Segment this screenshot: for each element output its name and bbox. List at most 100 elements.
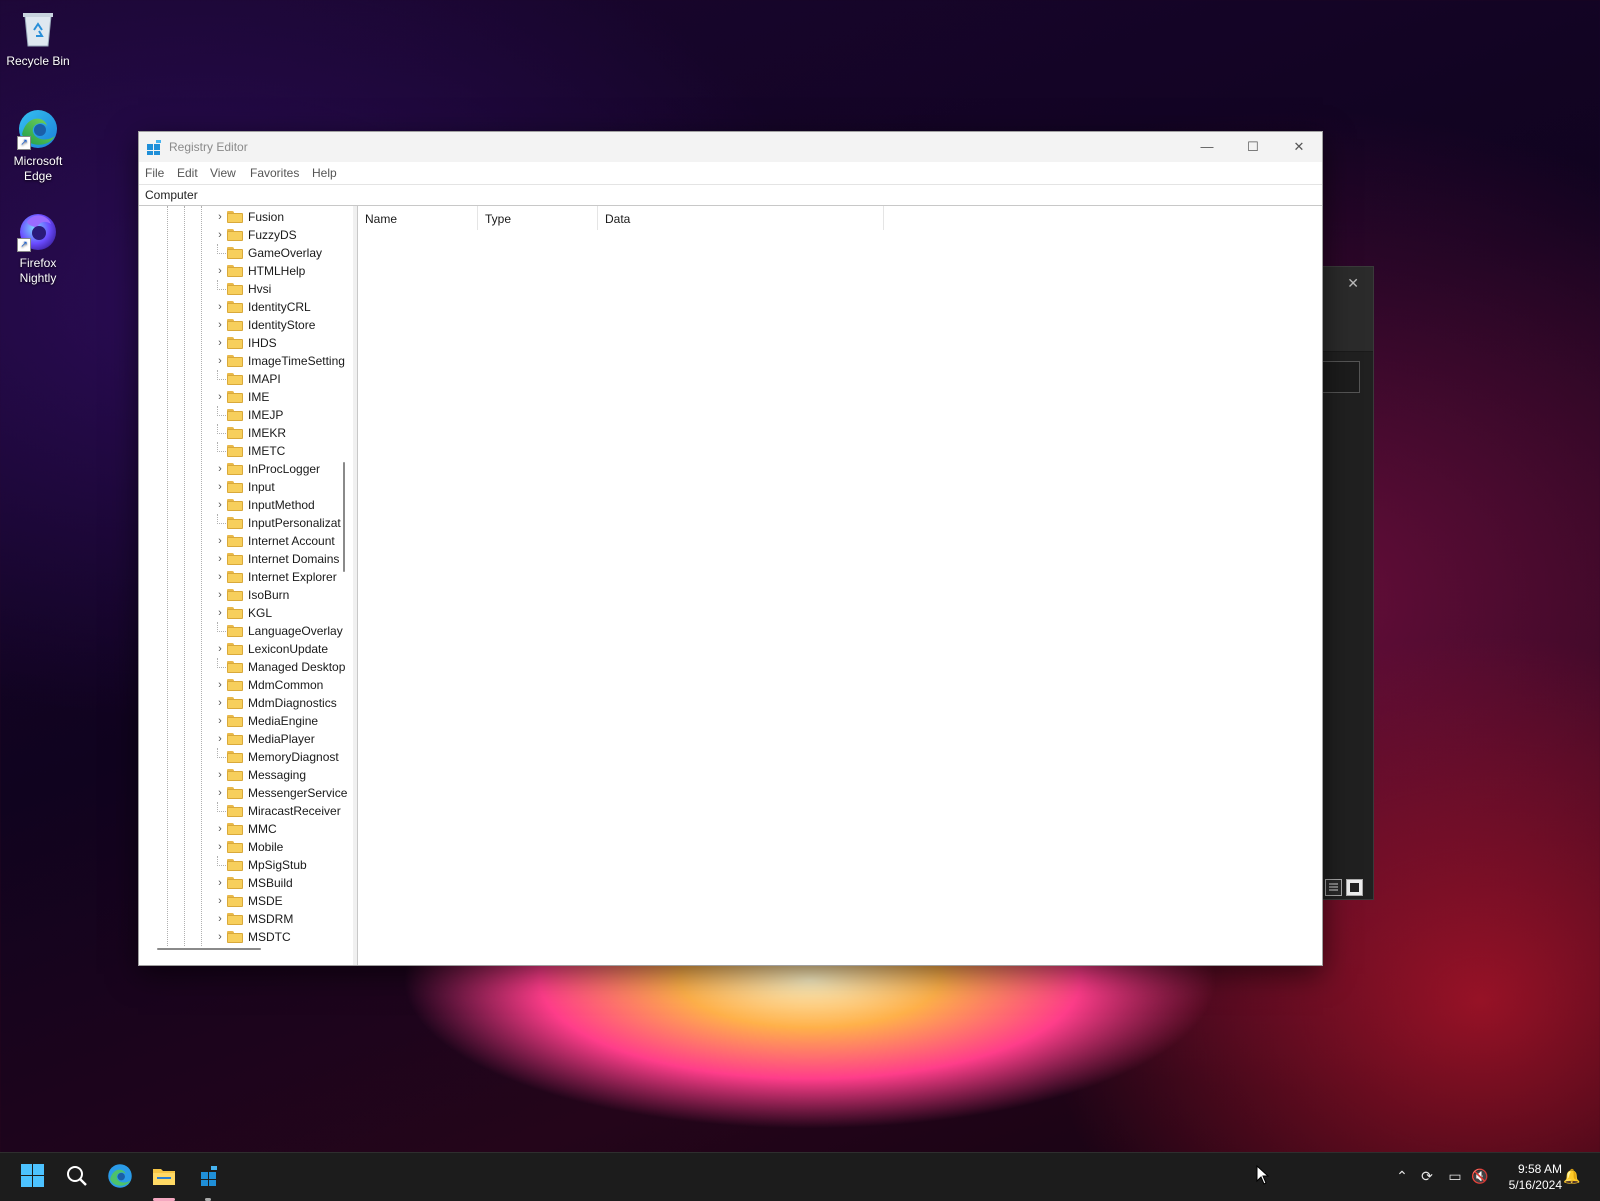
expand-chevron-icon[interactable]: › <box>215 769 225 781</box>
tree-node[interactable]: › MediaPlayer <box>215 730 353 748</box>
menu-edit[interactable]: Edit <box>177 166 198 180</box>
tree-node[interactable]: IMETC <box>215 442 353 460</box>
values-list[interactable]: Name Type Data <box>358 206 1321 965</box>
tree-node[interactable]: › HTMLHelp <box>215 262 353 280</box>
tree-vertical-scrollbar[interactable] <box>343 462 345 572</box>
expand-chevron-icon[interactable]: › <box>215 463 225 475</box>
expand-chevron-icon[interactable]: › <box>215 319 225 331</box>
tree-node[interactable]: LanguageOverlay <box>215 622 353 640</box>
expand-chevron-icon[interactable]: › <box>215 697 225 709</box>
tree-node[interactable]: IMEJP <box>215 406 353 424</box>
title-bar[interactable]: Registry Editor — ☐ ✕ <box>139 132 1322 162</box>
tree-node[interactable]: › MSDE <box>215 892 353 910</box>
expand-chevron-icon[interactable]: › <box>215 535 225 547</box>
sync-icon[interactable]: ⟳ <box>1418 1167 1436 1185</box>
tree-node[interactable]: › IsoBurn <box>215 586 353 604</box>
expand-chevron-icon[interactable]: › <box>215 553 225 565</box>
expand-chevron-icon[interactable]: › <box>215 895 225 907</box>
minimize-button[interactable]: — <box>1184 132 1230 162</box>
tree-node[interactable]: › Mobile <box>215 838 353 856</box>
tree-node[interactable]: › MMC <box>215 820 353 838</box>
details-view-icon[interactable] <box>1325 879 1342 896</box>
desktop-icon-microsoft-edge[interactable]: ↗ Microsoft Edge <box>0 108 76 184</box>
tree-node[interactable]: › IHDS <box>215 334 353 352</box>
expand-chevron-icon[interactable]: › <box>215 841 225 853</box>
tree-node[interactable]: › IdentityStore <box>215 316 353 334</box>
registry-tree[interactable]: › Fusion › FuzzyDS GameOverlay › HTMLHelp Hvsi ›… <box>139 206 354 965</box>
column-header-type[interactable]: Type <box>478 206 598 230</box>
expand-chevron-icon[interactable]: › <box>215 265 225 277</box>
tree-node[interactable]: › InProcLogger <box>215 460 353 478</box>
tree-node[interactable]: IMEKR <box>215 424 353 442</box>
tree-node[interactable]: › MdmDiagnostics <box>215 694 353 712</box>
expand-chevron-icon[interactable]: › <box>215 643 225 655</box>
file-explorer-taskbar-icon[interactable] <box>151 1163 177 1189</box>
expand-chevron-icon[interactable]: › <box>215 229 225 241</box>
tree-node[interactable]: › MSBuild <box>215 874 353 892</box>
tree-node[interactable]: › IdentityCRL <box>215 298 353 316</box>
tree-node[interactable]: › Input <box>215 478 353 496</box>
tree-node[interactable]: › InputMethod <box>215 496 353 514</box>
expand-chevron-icon[interactable]: › <box>215 211 225 223</box>
expand-chevron-icon[interactable]: › <box>215 823 225 835</box>
desktop-icon-firefox-nightly[interactable]: ↗ Firefox Nightly <box>0 210 76 286</box>
search-button[interactable] <box>64 1163 90 1189</box>
expand-chevron-icon[interactable]: › <box>215 607 225 619</box>
dialog-close-icon[interactable]: ✕ <box>1347 275 1359 292</box>
desktop-icon-recycle-bin[interactable]: Recycle Bin <box>0 8 76 69</box>
expand-chevron-icon[interactable]: › <box>215 679 225 691</box>
tree-node[interactable]: InputPersonalizat <box>215 514 353 532</box>
expand-chevron-icon[interactable]: › <box>215 877 225 889</box>
expand-chevron-icon[interactable]: › <box>215 733 225 745</box>
expand-chevron-icon[interactable]: › <box>215 337 225 349</box>
close-button[interactable]: ✕ <box>1276 132 1322 162</box>
tree-node[interactable]: MpSigStub <box>215 856 353 874</box>
tree-node[interactable]: Managed Desktop <box>215 658 353 676</box>
system-clock[interactable]: 9:58 AM 5/16/2024 <box>1500 1161 1562 1193</box>
expand-chevron-icon[interactable]: › <box>215 715 225 727</box>
tree-node[interactable]: › Internet Domains <box>215 550 353 568</box>
menu-favorites[interactable]: Favorites <box>250 166 299 180</box>
volume-muted-icon[interactable]: 🔇 <box>1471 1167 1489 1185</box>
menu-help[interactable]: Help <box>312 166 337 180</box>
tree-node[interactable]: › IME <box>215 388 353 406</box>
tree-node[interactable]: GameOverlay <box>215 244 353 262</box>
preview-view-icon[interactable] <box>1346 879 1363 896</box>
tree-node[interactable]: › FuzzyDS <box>215 226 353 244</box>
expand-chevron-icon[interactable]: › <box>215 787 225 799</box>
tree-node[interactable]: Hvsi <box>215 280 353 298</box>
tree-node[interactable]: › MessengerService <box>215 784 353 802</box>
expand-chevron-icon[interactable]: › <box>215 355 225 367</box>
notification-bell-icon[interactable]: 🔔 <box>1563 1167 1581 1185</box>
menu-view[interactable]: View <box>210 166 236 180</box>
tree-node[interactable]: › ImageTimeSetting <box>215 352 353 370</box>
tree-node[interactable]: MiracastReceiver <box>215 802 353 820</box>
tree-node[interactable]: › MSDTC <box>215 928 353 946</box>
network-icon[interactable]: ▭ <box>1446 1167 1464 1185</box>
maximize-button[interactable]: ☐ <box>1230 132 1276 162</box>
tree-node[interactable]: IMAPI <box>215 370 353 388</box>
show-hidden-icons-chevron-icon[interactable]: ⌃ <box>1393 1167 1411 1185</box>
tree-node[interactable]: › Messaging <box>215 766 353 784</box>
expand-chevron-icon[interactable]: › <box>215 499 225 511</box>
tree-node[interactable]: › MSDRM <box>215 910 353 928</box>
address-bar[interactable]: Computer <box>139 184 1322 206</box>
column-header-name[interactable]: Name <box>358 206 478 230</box>
expand-chevron-icon[interactable]: › <box>215 481 225 493</box>
tree-node[interactable]: › LexiconUpdate <box>215 640 353 658</box>
tree-node[interactable]: MemoryDiagnost <box>215 748 353 766</box>
tree-horizontal-scrollbar[interactable] <box>157 948 261 950</box>
tree-node[interactable]: › KGL <box>215 604 353 622</box>
tree-node[interactable]: › Fusion <box>215 208 353 226</box>
menu-file[interactable]: File <box>145 166 164 180</box>
column-header-data[interactable]: Data <box>598 206 884 230</box>
edge-taskbar-icon[interactable] <box>107 1163 133 1189</box>
expand-chevron-icon[interactable]: › <box>215 913 225 925</box>
tree-node[interactable]: › MediaEngine <box>215 712 353 730</box>
tree-node[interactable]: › Internet Explorer <box>215 568 353 586</box>
expand-chevron-icon[interactable]: › <box>215 391 225 403</box>
expand-chevron-icon[interactable]: › <box>215 301 225 313</box>
start-button[interactable] <box>20 1163 46 1189</box>
tree-node[interactable]: › Internet Account <box>215 532 353 550</box>
expand-chevron-icon[interactable]: › <box>215 589 225 601</box>
